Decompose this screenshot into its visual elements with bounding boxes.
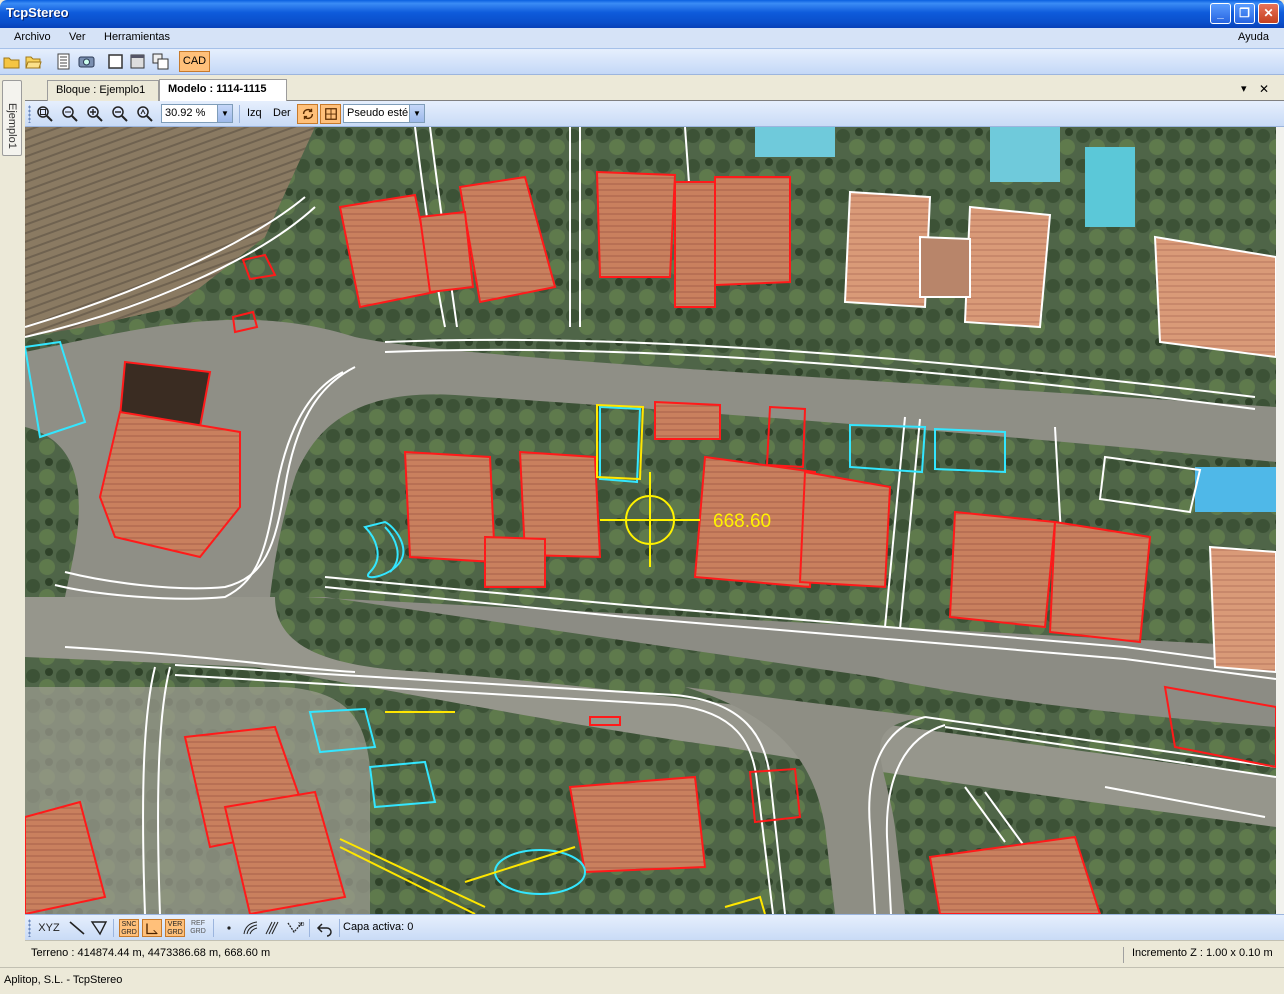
menu-archivo[interactable]: Archivo — [14, 31, 51, 43]
stereo-map-canvas[interactable]: 668.60 — [25, 127, 1276, 914]
cad-button[interactable]: CAD — [179, 51, 210, 72]
view-toolbar: 30.92 % ▼ Izq Der Pseudo esté ▼ — [25, 101, 1284, 127]
hatch-tool-icon[interactable] — [263, 919, 283, 937]
window-icon[interactable] — [129, 53, 146, 70]
toolbar-separator — [113, 919, 114, 937]
line-tool-icon[interactable] — [67, 919, 87, 937]
restore-button[interactable]: ❐ — [1234, 3, 1255, 24]
toolbar-separator — [339, 919, 340, 937]
ver-grid-label-top: VER — [167, 921, 183, 928]
frame-icon[interactable] — [107, 53, 124, 70]
tab-modelo[interactable]: Modelo : 1114-1115 — [159, 79, 287, 101]
undo-icon[interactable] — [315, 919, 335, 937]
vertical-scrollbar[interactable] — [1276, 127, 1284, 914]
toolbar-grip[interactable] — [28, 919, 31, 937]
ref-grid-label-bottom: GRD — [190, 928, 206, 935]
ref-grid-toggle[interactable]: REF GRD — [188, 919, 208, 937]
zoom-window-icon[interactable] — [36, 105, 54, 123]
snap-grid-label-bottom: GRD — [121, 929, 137, 936]
status-bar: Aplitop, S.L. - TcpStereo — [0, 967, 1284, 994]
xyz-button[interactable]: XYZ — [35, 919, 63, 937]
chevron-down-icon[interactable]: ▼ — [409, 105, 424, 122]
main-toolbar: CAD — [0, 49, 1284, 75]
zoom-extents-icon[interactable] — [61, 105, 79, 123]
z-increment: Incremento Z : 1.00 x 0.10 m — [1123, 947, 1273, 963]
zoom-in-icon[interactable] — [86, 105, 104, 123]
zoom-previous-icon[interactable] — [136, 105, 154, 123]
ver-grid-toggle[interactable]: VER GRD — [165, 919, 185, 937]
right-image-button[interactable]: Der — [273, 107, 291, 119]
svg-text:3D: 3D — [298, 922, 305, 928]
split-view-icon — [324, 108, 337, 120]
sidebar-tab-ejemplo1[interactable]: Ejemplo1 — [2, 80, 22, 156]
minimize-button[interactable]: _ — [1210, 3, 1231, 24]
toolbar-separator — [213, 919, 214, 937]
zoom-value: 30.92 % — [165, 107, 206, 119]
menu-herramientas[interactable]: Herramientas — [104, 31, 170, 43]
ref-grid-label-top: REF — [191, 920, 205, 927]
cursor-elevation-label: 668.60 — [713, 511, 771, 532]
menu-ver[interactable]: Ver — [69, 31, 86, 43]
menu-ayuda[interactable]: Ayuda — [1238, 31, 1269, 43]
close-button[interactable]: ✕ — [1258, 3, 1279, 24]
coordinate-bar: Terreno : 414874.44 m, 4473386.68 m, 668… — [25, 940, 1284, 964]
stereo-mode-select[interactable]: Pseudo esté ▼ — [343, 104, 425, 123]
terrain-coordinates: Terreno : 414874.44 m, 4473386.68 m, 668… — [31, 947, 271, 959]
toolbar-separator — [239, 105, 240, 123]
menu-bar: Archivo Ver Herramientas Ayuda — [0, 28, 1284, 49]
toolbar-separator — [309, 919, 310, 937]
cad-toolbar: XYZ SNC GRD VER GRD REF GRD 3D Capa activa:… — [25, 914, 1284, 940]
stereo-split-button[interactable] — [320, 104, 341, 124]
camera-icon[interactable] — [78, 53, 95, 70]
point-tool-icon[interactable] — [219, 919, 239, 937]
toolbar-grip[interactable] — [28, 105, 31, 123]
document-list-icon[interactable] — [55, 53, 72, 70]
snap-grid-toggle[interactable]: SNC GRD — [119, 919, 139, 937]
window-title: TcpStereo — [6, 5, 69, 20]
cascade-icon[interactable] — [152, 53, 169, 70]
side-panel — [0, 75, 25, 965]
3d-polyline-icon[interactable]: 3D — [285, 919, 305, 937]
stereo-mode-value: Pseudo esté — [347, 107, 409, 119]
open-folder-icon[interactable] — [25, 53, 42, 70]
ver-grid-label-bottom: GRD — [167, 929, 183, 936]
snap-grid-label-top: SNC — [121, 921, 137, 928]
refresh-icon — [302, 108, 313, 120]
title-bar: TcpStereo _ ❐ ✕ — [0, 0, 1284, 28]
zoom-select[interactable]: 30.92 % ▼ — [161, 104, 233, 123]
tab-bloque[interactable]: Bloque : Ejemplo1 — [47, 80, 159, 101]
aerial-image: 668.60 — [25, 127, 1276, 914]
polyline-tool-icon[interactable] — [89, 919, 109, 937]
swap-images-button[interactable] — [297, 104, 318, 124]
left-image-button[interactable]: Izq — [247, 107, 262, 119]
tab-menu-icon[interactable]: ▾ — [1241, 82, 1247, 95]
new-folder-icon[interactable] — [3, 53, 20, 70]
contour-tool-icon[interactable] — [241, 919, 261, 937]
tab-close-icon[interactable]: ✕ — [1259, 82, 1269, 96]
active-layer-label[interactable]: Capa activa: 0 — [343, 921, 413, 933]
status-text: Aplitop, S.L. - TcpStereo — [4, 974, 123, 986]
document-tab-strip: Bloque : Ejemplo1 Modelo : 1114-1115 ▾ ✕ — [25, 79, 1284, 101]
chevron-down-icon[interactable]: ▼ — [217, 105, 232, 122]
ortho-grid-icon[interactable] — [142, 919, 162, 937]
zoom-out-icon[interactable] — [111, 105, 129, 123]
sidebar-tab-label: Ejemplo1 — [6, 103, 18, 149]
